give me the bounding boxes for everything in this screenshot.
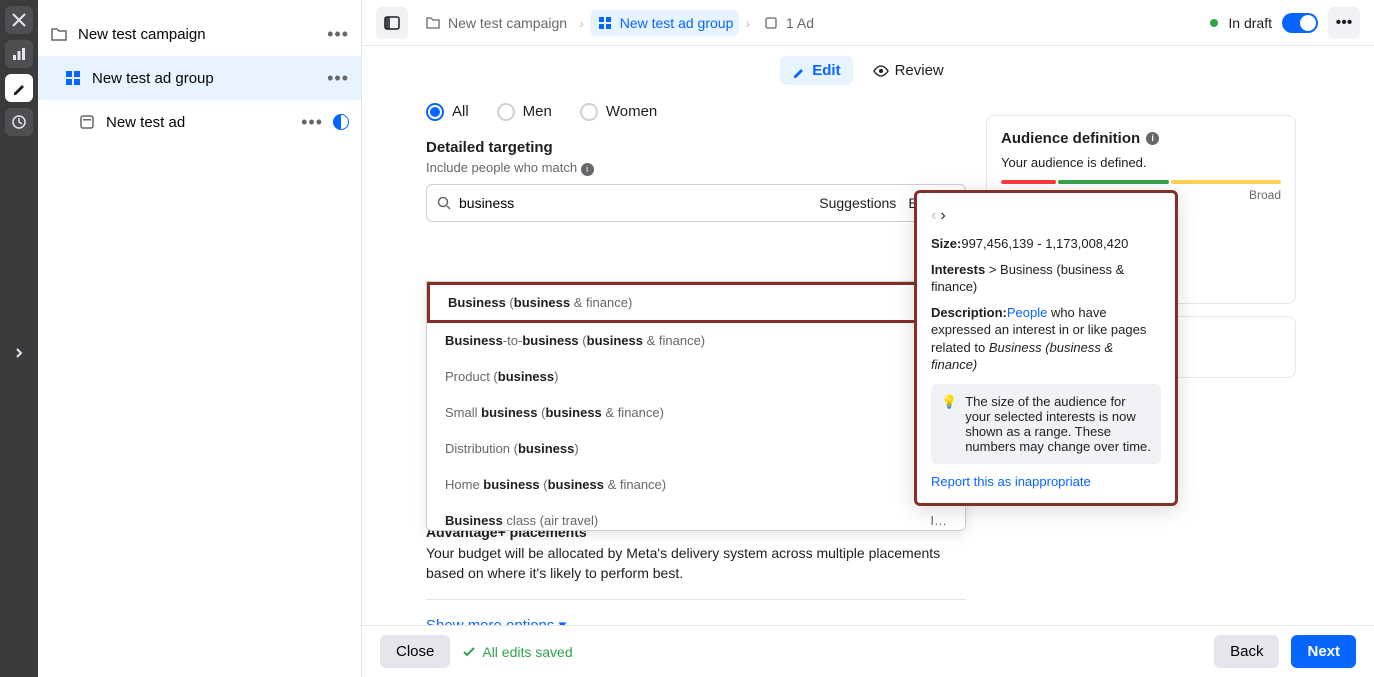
gender-all-label: All — [452, 103, 469, 120]
footer-bar: Close All edits saved Back Next — [362, 625, 1374, 677]
expand-rail-icon[interactable] — [5, 339, 33, 367]
tree-adgroup-label: New test ad group — [92, 70, 214, 87]
lightbulb-icon: 💡 — [941, 394, 957, 454]
targeting-search[interactable]: Suggestions Browse — [426, 184, 966, 222]
tooltip-size-label: Size: — [931, 236, 961, 251]
gender-women-label: Women — [606, 103, 657, 120]
main-panel: New test campaign › New test ad group › … — [362, 0, 1374, 677]
next-button[interactable]: Next — [1291, 635, 1356, 668]
targeting-dropdown: Business (business & finance) Business-t… — [426, 281, 966, 531]
tab-review[interactable]: Review — [861, 56, 956, 85]
status-toggle[interactable] — [1282, 13, 1318, 33]
suggestions-link[interactable]: Suggestions — [819, 195, 896, 211]
audience-defined: Your audience is defined. — [1001, 155, 1281, 170]
breadcrumb: New test campaign › New test ad group › … — [418, 10, 820, 36]
left-rail — [0, 0, 38, 677]
interest-tooltip: ‹› Size:997,456,139 - 1,173,008,420 Inte… — [914, 190, 1178, 506]
dropdown-item-3[interactable]: Small business (business & finance)I… — [427, 395, 965, 431]
folder-icon — [424, 14, 442, 32]
chevron-right-icon: › — [579, 15, 584, 31]
mode-tabs: Edit Review — [362, 46, 1374, 95]
radio-icon — [580, 103, 598, 121]
detailed-targeting-subheading: Include people who match i — [426, 160, 966, 176]
tree-ad[interactable]: New test ad ••• — [38, 100, 361, 144]
gender-women[interactable]: Women — [580, 103, 657, 121]
ad-icon — [78, 113, 96, 131]
info-icon[interactable]: i — [581, 163, 594, 176]
back-button[interactable]: Back — [1214, 635, 1279, 668]
panel-toggle-icon[interactable] — [376, 7, 408, 39]
grid-icon — [64, 69, 82, 87]
crumb-campaign[interactable]: New test campaign — [418, 10, 573, 36]
tree-campaign[interactable]: New test campaign ••• — [38, 12, 361, 56]
edit-rail-icon[interactable] — [5, 74, 33, 102]
radio-selected-icon — [426, 103, 444, 121]
tooltip-prev[interactable]: ‹ — [931, 207, 936, 225]
tooltip-next[interactable]: › — [940, 207, 945, 225]
close-rail-icon[interactable] — [5, 6, 33, 34]
topbar: New test campaign › New test ad group › … — [362, 0, 1374, 46]
grid-icon — [596, 14, 614, 32]
crumb-adgroup-label: New test ad group — [620, 15, 734, 31]
tree-ad-label: New test ad — [106, 114, 185, 131]
advantage-placements-text: Your budget will be allocated by Meta's … — [426, 544, 966, 600]
ad-status-indicator — [333, 114, 349, 130]
tooltip-desc-label: Description: — [931, 305, 1007, 320]
close-button[interactable]: Close — [380, 635, 450, 668]
gender-men[interactable]: Men — [497, 103, 552, 121]
status-dot — [1210, 19, 1218, 27]
gender-options: All Men Women — [426, 95, 966, 139]
tree-adgroup-menu[interactable]: ••• — [327, 68, 349, 89]
tree-campaign-menu[interactable]: ••• — [327, 24, 349, 45]
tooltip-hint: 💡The size of the audience for your selec… — [931, 384, 1161, 464]
crumb-campaign-label: New test campaign — [448, 15, 567, 31]
search-icon — [437, 196, 451, 210]
status-label: In draft — [1228, 15, 1272, 31]
check-icon — [462, 645, 476, 659]
more-menu-icon[interactable]: ••• — [1328, 7, 1360, 39]
dropdown-item-5[interactable]: Home business (business & finance)I… — [427, 467, 965, 503]
form-column: All Men Women Detailed targeting Include… — [426, 95, 966, 625]
dropdown-item-0[interactable]: Business (business & finance) — [427, 282, 965, 323]
detailed-targeting-heading: Detailed targeting — [426, 139, 966, 156]
tab-edit-label: Edit — [812, 62, 840, 79]
dropdown-item-4[interactable]: Distribution (business)I… — [427, 431, 965, 467]
chart-icon[interactable] — [5, 40, 33, 68]
tree-campaign-label: New test campaign — [78, 26, 206, 43]
saved-indicator: All edits saved — [462, 644, 572, 660]
crumb-adgroup[interactable]: New test ad group — [590, 10, 740, 36]
folder-icon — [50, 25, 68, 43]
tab-edit[interactable]: Edit — [780, 56, 852, 85]
audience-gauge — [1001, 180, 1281, 184]
crumb-ads[interactable]: 1 Ad — [756, 10, 820, 36]
tooltip-size-value: 997,456,139 - 1,173,008,420 — [961, 236, 1128, 251]
campaign-tree: New test campaign ••• New test ad group … — [38, 0, 362, 677]
radio-icon — [497, 103, 515, 121]
info-icon[interactable]: i — [1146, 132, 1159, 145]
tooltip-interests-label: Interests — [931, 262, 985, 277]
gender-men-label: Men — [523, 103, 552, 120]
dropdown-item-2[interactable]: Product (business)I… — [427, 359, 965, 395]
chevron-down-icon: ▾ — [559, 617, 567, 625]
eye-icon — [873, 65, 889, 77]
pencil-icon — [792, 64, 806, 78]
ad-icon — [762, 14, 780, 32]
report-link[interactable]: Report this as inappropriate — [931, 474, 1161, 489]
gender-all[interactable]: All — [426, 103, 469, 121]
tree-adgroup[interactable]: New test ad group ••• — [38, 56, 361, 100]
tooltip-hint-text: The size of the audience for your select… — [965, 394, 1151, 454]
clock-icon[interactable] — [5, 108, 33, 136]
targeting-search-input[interactable] — [459, 195, 819, 211]
dropdown-item-6[interactable]: Business class (air travel)I… — [427, 503, 965, 531]
tree-ad-menu[interactable]: ••• — [301, 112, 323, 133]
saved-label: All edits saved — [482, 644, 572, 660]
crumb-ads-label: 1 Ad — [786, 15, 814, 31]
audience-title: Audience definition — [1001, 130, 1140, 147]
tab-review-label: Review — [895, 62, 944, 79]
show-more-options[interactable]: Show more options ▾ — [426, 616, 966, 625]
chevron-right-icon: › — [745, 15, 750, 31]
dropdown-item-1[interactable]: Business-to-business (business & finance… — [427, 323, 965, 359]
